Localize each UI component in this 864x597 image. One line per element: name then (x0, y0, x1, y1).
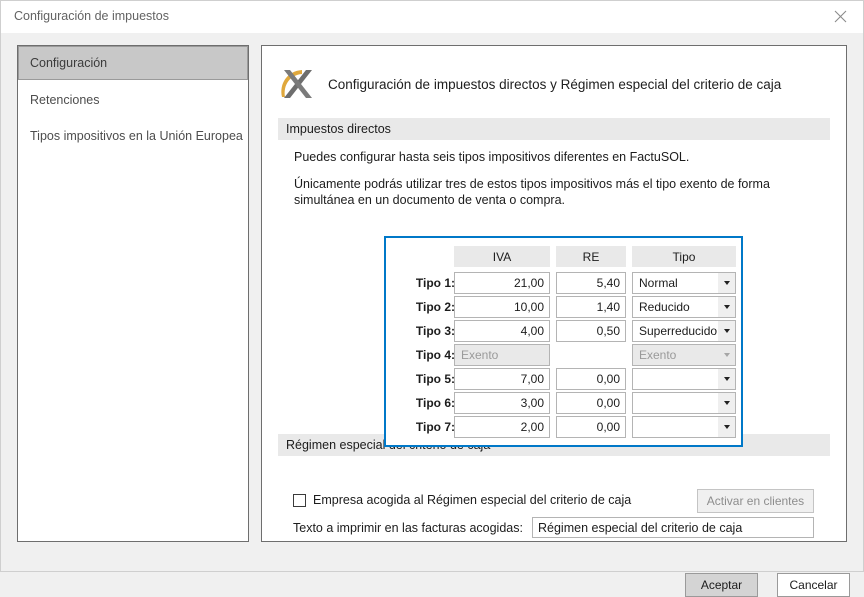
row-label-tipo-1: Tipo 1: (415, 276, 455, 290)
row-label-tipo-7: Tipo 7: (415, 420, 455, 434)
iva-input-tipo-4: Exento (454, 344, 550, 366)
sidebar-item-label: Tipos impositivos en la Unión Europea (30, 129, 243, 143)
iva-input-tipo-3[interactable]: 4,00 (454, 320, 550, 342)
row-label-tipo-5: Tipo 5: (415, 372, 455, 386)
caja-checkbox-label: Empresa acogida al Régimen especial del … (313, 493, 632, 507)
sidebar-item-tipos-union-europea[interactable]: Tipos impositivos en la Unión Europea (18, 119, 248, 153)
chevron-down-icon (718, 273, 735, 293)
caja-checkbox[interactable] (293, 493, 306, 507)
caja-checkbox-row[interactable]: Empresa acogida al Régimen especial del … (293, 493, 631, 507)
section-header-label: Impuestos directos (286, 122, 391, 136)
activar-en-clientes-button[interactable]: Activar en clientes (697, 489, 814, 513)
close-icon (834, 10, 846, 23)
iva-input-tipo-7[interactable]: 2,00 (454, 416, 550, 438)
iva-input-tipo-1[interactable]: 21,00 (454, 272, 550, 294)
row-label-tipo-2: Tipo 2: (415, 300, 455, 314)
re-input-tipo-2[interactable]: 1,40 (556, 296, 626, 318)
tipo-select-value: Exento (639, 348, 677, 362)
re-input-tipo-1[interactable]: 5,40 (556, 272, 626, 294)
dialog-window: Configuración de impuestos Configuración… (0, 0, 864, 597)
accept-button[interactable]: Aceptar (685, 573, 758, 597)
section-header-impuestos-directos: Impuestos directos (278, 118, 830, 140)
texto-imprimir-label: Texto a imprimir en las facturas acogida… (293, 521, 523, 535)
chevron-down-icon (718, 297, 735, 317)
paragraph-simultanea: Únicamente podrás utilizar tres de estos… (294, 177, 770, 207)
chevron-down-icon (718, 321, 735, 341)
sidebar-item-label: Retenciones (30, 93, 100, 107)
row-label-tipo-3: Tipo 3: (415, 324, 455, 338)
dialog-body: Configuración Retenciones Tipos impositi… (1, 33, 863, 597)
tipo-select-tipo-7[interactable] (632, 416, 736, 438)
tipo-select-tipo-2[interactable]: Reducido (632, 296, 736, 318)
iva-input-tipo-6[interactable]: 3,00 (454, 392, 550, 414)
chevron-down-icon (718, 393, 735, 413)
rates-table: IVA RE Tipo Tipo 1: 21,00 5,40 Normal Ti… (384, 236, 743, 447)
sidebar-item-retenciones[interactable]: Retenciones (18, 83, 248, 117)
tipo-select-tipo-3[interactable]: Superreducido (632, 320, 736, 342)
title-bar: Configuración de impuestos (1, 1, 863, 34)
sidebar-item-label: Configuración (30, 56, 108, 70)
paragraph-configurar: Puedes configurar hasta seis tipos impos… (294, 150, 690, 164)
chevron-down-icon (718, 417, 735, 437)
tipo-select-tipo-4: Exento (632, 344, 736, 366)
tipo-select-value: Normal (639, 276, 678, 290)
column-header-iva: IVA (454, 246, 550, 267)
tipo-select-tipo-5[interactable] (632, 368, 736, 390)
sidebar-item-configuracion[interactable]: Configuración (18, 46, 248, 80)
chevron-down-icon (718, 369, 735, 389)
sidebar: Configuración Retenciones Tipos impositi… (17, 45, 249, 542)
agencia-tributaria-logo-icon (281, 70, 312, 98)
column-header-tipo: Tipo (632, 246, 736, 267)
iva-input-tipo-5[interactable]: 7,00 (454, 368, 550, 390)
texto-imprimir-input[interactable]: Régimen especial del criterio de caja (532, 517, 814, 538)
content-header: Configuración de impuestos directos y Ré… (262, 62, 846, 106)
row-label-tipo-4: Tipo 4: (415, 348, 455, 362)
close-button[interactable] (817, 1, 863, 32)
re-input-tipo-6[interactable]: 0,00 (556, 392, 626, 414)
tipo-select-tipo-1[interactable]: Normal (632, 272, 736, 294)
re-input-tipo-3[interactable]: 0,50 (556, 320, 626, 342)
re-input-tipo-5[interactable]: 0,00 (556, 368, 626, 390)
window-title: Configuración de impuestos (14, 9, 169, 23)
column-header-re: RE (556, 246, 626, 267)
row-label-tipo-6: Tipo 6: (415, 396, 455, 410)
re-input-tipo-7[interactable]: 0,00 (556, 416, 626, 438)
chevron-down-icon (718, 345, 735, 365)
tipo-select-value: Superreducido (639, 324, 718, 338)
tipo-select-tipo-6[interactable] (632, 392, 736, 414)
tipo-select-value: Reducido (639, 300, 690, 314)
page-title: Configuración de impuestos directos y Ré… (328, 76, 782, 92)
iva-input-tipo-2[interactable]: 10,00 (454, 296, 550, 318)
cancel-button[interactable]: Cancelar (777, 573, 850, 597)
rates-grid: IVA RE Tipo Tipo 1: 21,00 5,40 Normal Ti… (386, 238, 741, 445)
